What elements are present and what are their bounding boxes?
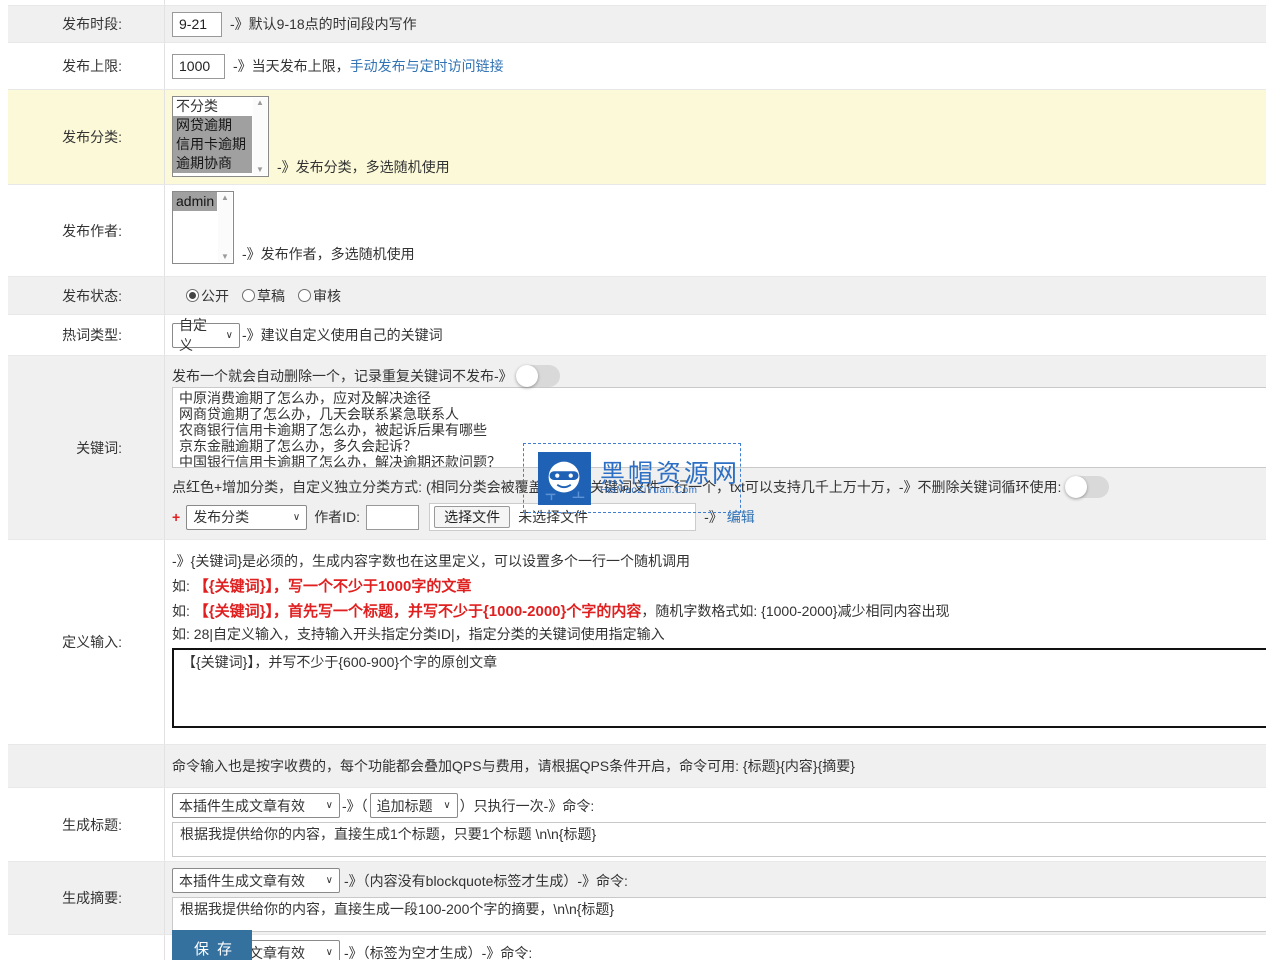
keyword-cycle-toggle[interactable] — [1065, 476, 1109, 498]
radio-public[interactable]: 公开 — [186, 286, 229, 306]
row-publish-time: 发布时段: -》默认9-18点的时间段内写作 — [8, 6, 1266, 43]
publish-author-multiselect[interactable]: admin ▲ ▼ — [172, 191, 234, 264]
scrollbar[interactable]: ▲ ▼ — [218, 193, 232, 262]
define-note-1: -》{关键词}是必须的，生成内容字数也在这里定义，可以设置多个一行一个随机调用 — [172, 549, 1266, 574]
define-input-label: 定义输入: — [8, 540, 165, 744]
publish-limit-hint: -》当天发布上限，手动发布与定时访问链接 — [233, 56, 504, 76]
publish-status-radio-group: 公开 草稿 审核 — [172, 286, 341, 306]
save-button[interactable]: 保存 — [172, 930, 252, 960]
hotword-type-label: 热词类型: — [8, 315, 165, 355]
radio-icon[interactable] — [242, 289, 255, 302]
manual-publish-link[interactable]: 手动发布与定时访问链接 — [350, 58, 504, 74]
plugin-settings-page: { "colors": { "accent_blue": "#3173b4", … — [0, 0, 1266, 960]
row-publish-category: 发布分类: 不分类 网贷逾期 信用卡逾期 逾期协商 ▲ ▼ -》发布分类，多选随… — [8, 90, 1266, 185]
publish-limit-input[interactable] — [172, 54, 225, 79]
chevron-down-icon: ∨ — [326, 800, 333, 811]
row-gen-summary: 生成摘要: 本插件生成文章有效 ∨ -》（内容没有blockquote标签才生成… — [8, 862, 1266, 935]
row-publish-author: 发布作者: admin ▲ ▼ -》发布作者，多选随机使用 — [8, 185, 1266, 277]
scroll-up-icon[interactable]: ▲ — [221, 193, 229, 203]
chevron-down-icon: ∨ — [443, 800, 450, 811]
gen-title-append-select[interactable]: 追加标题 ∨ — [370, 793, 458, 818]
publish-time-hint: -》默认9-18点的时间段内写作 — [230, 14, 417, 34]
command-note-text: 命令输入也是按字收费的，每个功能都会叠加QPS与费用，请根据QPS条件开启，命令… — [172, 756, 855, 776]
row-publish-limit: 发布上限: -》当天发布上限，手动发布与定时访问链接 — [8, 43, 1266, 90]
watermark-logo-icon — [538, 451, 591, 506]
define-example-3: 如: 28|自定义输入，支持输入开头指定分类ID|，指定分类的关键词使用指定输入 — [172, 624, 1266, 645]
publish-category-hint: -》发布分类，多选随机使用 — [277, 157, 450, 177]
publish-category-label: 发布分类: — [8, 90, 165, 184]
define-example-1: 如: 【{关键词}】，写一个不少于1000字的文章 — [172, 574, 1266, 599]
chevron-down-icon: ∨ — [293, 512, 300, 523]
category-option[interactable]: 网贷逾期 — [173, 116, 252, 135]
gen-title-label: 生成标题: — [8, 788, 165, 861]
define-input-textarea[interactable]: 【{关键词}】，并写不少于{600-900}个字的原创文章 — [172, 648, 1266, 728]
author-option[interactable]: admin — [173, 192, 217, 211]
publish-author-label: 发布作者: — [8, 185, 165, 276]
watermark: 黑帽资源网 HeiMaoZiYuan.Com — [523, 443, 741, 513]
row-hotword-type: 热词类型: 自定义 ∨ -》建议自定义使用自己的关键词 — [8, 315, 1266, 356]
row-define-input: 定义输入: -》{关键词}是必须的，生成内容字数也在这里定义，可以设置多个一行一… — [8, 540, 1266, 745]
radio-icon[interactable] — [298, 289, 311, 302]
radio-review[interactable]: 审核 — [298, 286, 341, 306]
scrollbar[interactable]: ▲ ▼ — [253, 98, 267, 175]
gen-summary-mode-select[interactable]: 本插件生成文章有效 ∨ — [172, 868, 340, 893]
category-option[interactable]: 不分类 — [173, 97, 252, 116]
auto-delete-toggle[interactable] — [516, 365, 560, 387]
scroll-down-icon[interactable]: ▼ — [221, 252, 229, 262]
gen-summary-command-textarea[interactable]: 根据我提供给你的内容，直接生成一段100-200个字的摘要，\n\n{标题} — [172, 897, 1266, 932]
add-category-button[interactable]: + — [172, 509, 180, 525]
author-id-label: 作者ID: — [314, 507, 360, 527]
publish-author-hint: -》发布作者，多选随机使用 — [242, 244, 415, 264]
author-id-input[interactable] — [366, 505, 419, 530]
chevron-down-icon: ∨ — [326, 875, 333, 886]
publish-time-input[interactable] — [172, 12, 222, 37]
cycle-text: -》不删除关键词循环使用: — [899, 477, 1062, 497]
publish-category-multiselect[interactable]: 不分类 网贷逾期 信用卡逾期 逾期协商 ▲ ▼ — [172, 96, 269, 177]
watermark-title: 黑帽资源网 — [600, 461, 740, 487]
gen-summary-label: 生成摘要: — [8, 862, 165, 934]
category-option[interactable]: 信用卡逾期 — [173, 135, 252, 154]
keyword-category-select[interactable]: 发布分类 ∨ — [186, 505, 307, 530]
gen-title-command-textarea[interactable]: 根据我提供给你的内容，直接生成1个标题，只要1个标题 \n\n{标题} — [172, 822, 1266, 857]
keywords-label: 关键词: — [8, 356, 165, 539]
publish-limit-label: 发布上限: — [8, 43, 165, 89]
scroll-up-icon[interactable]: ▲ — [256, 98, 264, 108]
row-command-note: 命令输入也是按字收费的，每个功能都会叠加QPS与费用，请根据QPS条件开启，命令… — [8, 745, 1266, 788]
category-option[interactable]: 逾期协商 — [173, 154, 252, 173]
radio-icon[interactable] — [186, 289, 199, 302]
hotword-type-hint: -》建议自定义使用自己的关键词 — [242, 325, 443, 345]
choose-file-button[interactable]: 选择文件 — [434, 506, 510, 528]
hotword-type-select[interactable]: 自定义 ∨ — [172, 323, 240, 348]
chevron-down-icon: ∨ — [226, 330, 233, 341]
radio-draft[interactable]: 草稿 — [242, 286, 285, 306]
publish-time-label: 发布时段: — [8, 6, 165, 42]
publish-status-label: 发布状态: — [8, 277, 165, 314]
auto-delete-text: 发布一个就会自动删除一个，记录重复关键词不发布-》 — [172, 366, 513, 386]
chevron-down-icon: ∨ — [326, 947, 333, 958]
scroll-down-icon[interactable]: ▼ — [256, 165, 264, 175]
gen-title-mode-select[interactable]: 本插件生成文章有效 ∨ — [172, 793, 340, 818]
define-example-2: 如: 【{关键词}】，首先写一个标题，并写不少于{1000-2000}个字的内容… — [172, 599, 1266, 624]
row-publish-status: 发布状态: 公开 草稿 审核 — [8, 277, 1266, 315]
row-gen-title: 生成标题: 本插件生成文章有效 ∨ -》（ 追加标题 ∨ ）只执行一次-》命令:… — [8, 788, 1266, 862]
